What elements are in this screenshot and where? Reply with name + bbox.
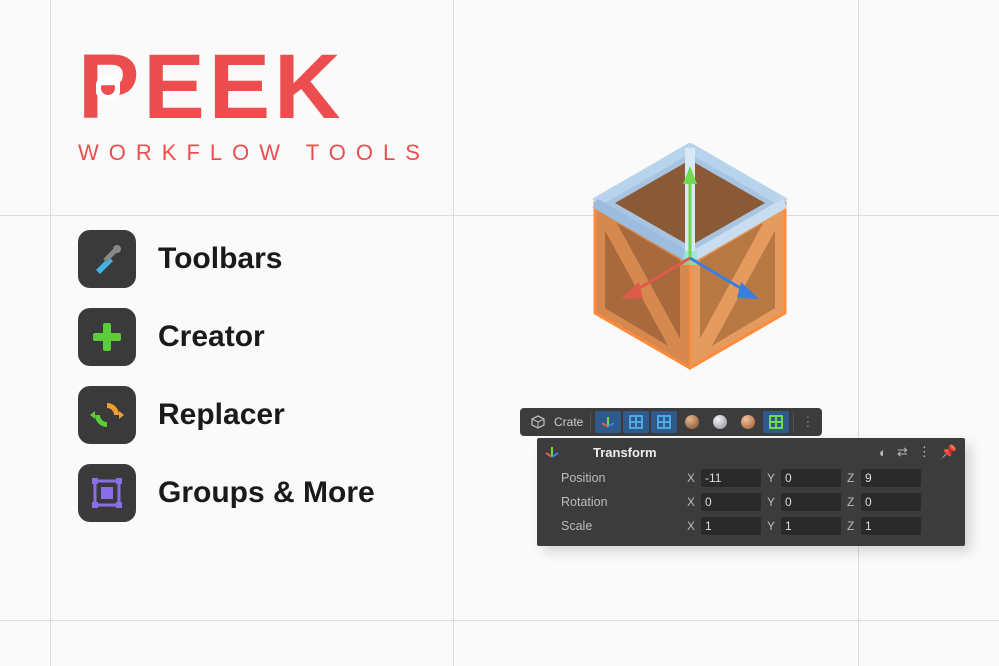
- plus-icon: [78, 308, 136, 366]
- position-y-input[interactable]: [781, 469, 841, 487]
- inspector-title: Transform: [565, 445, 879, 460]
- object-toolbar: Crate ⋮: [520, 408, 822, 436]
- tools-icon: [78, 230, 136, 288]
- feature-label: Replacer: [158, 398, 285, 432]
- transform-position-row: Position X Y Z: [537, 466, 965, 490]
- mesh-grid-blue2-icon[interactable]: [651, 411, 677, 433]
- scale-z-input[interactable]: [861, 517, 921, 535]
- feature-list: Toolbars Creator Replacer: [78, 230, 375, 542]
- transform-rotation-row: Rotation X Y Z: [537, 490, 965, 514]
- feature-groups: Groups & More: [78, 464, 375, 522]
- mesh-grid-green-icon[interactable]: [763, 411, 789, 433]
- logo-block: PEEK WORKFLOW TOOLS: [78, 48, 430, 166]
- transform-gizmo-icon: [545, 445, 559, 459]
- position-z-input[interactable]: [861, 469, 921, 487]
- feature-label: Groups & More: [158, 476, 375, 510]
- toolbar-more-icon[interactable]: ⋮: [797, 414, 818, 430]
- feature-replacer: Replacer: [78, 386, 375, 444]
- pin-icon[interactable]: 📌: [941, 444, 957, 460]
- scale-y-input[interactable]: [781, 517, 841, 535]
- scale-x-input[interactable]: [701, 517, 761, 535]
- refresh-icon: [78, 386, 136, 444]
- rotation-x-input[interactable]: [701, 493, 761, 511]
- transform-scale-row: Scale X Y Z: [537, 514, 965, 538]
- transform-inspector: Transform ◐ ⇄ ⋮ 📌 Position X Y Z Rotatio…: [537, 438, 965, 546]
- logo-title: PEEK: [78, 48, 430, 126]
- context-menu-icon[interactable]: ⋮: [918, 444, 931, 460]
- help-icon[interactable]: ◐: [879, 445, 887, 460]
- preset-icon[interactable]: ⇄: [897, 444, 908, 460]
- cube-icon[interactable]: [525, 411, 551, 433]
- object-name-label: Crate: [554, 415, 583, 429]
- feature-label: Creator: [158, 320, 265, 354]
- feature-toolbars: Toolbars: [78, 230, 375, 288]
- feature-creator: Creator: [78, 308, 375, 366]
- scene-crate-object[interactable]: [555, 108, 825, 378]
- material-orange-icon[interactable]: [735, 411, 761, 433]
- material-grey-icon[interactable]: [707, 411, 733, 433]
- feature-label: Toolbars: [158, 242, 282, 276]
- rotation-y-input[interactable]: [781, 493, 841, 511]
- transform-gizmo-icon[interactable]: [595, 411, 621, 433]
- mesh-grid-blue-icon[interactable]: [623, 411, 649, 433]
- row-label: Position: [561, 471, 681, 485]
- rotation-z-input[interactable]: [861, 493, 921, 511]
- logo-subtitle: WORKFLOW TOOLS: [78, 140, 430, 166]
- group-icon: [78, 464, 136, 522]
- position-x-input[interactable]: [701, 469, 761, 487]
- material-brown-icon[interactable]: [679, 411, 705, 433]
- row-label: Rotation: [561, 495, 681, 509]
- row-label: Scale: [561, 519, 681, 533]
